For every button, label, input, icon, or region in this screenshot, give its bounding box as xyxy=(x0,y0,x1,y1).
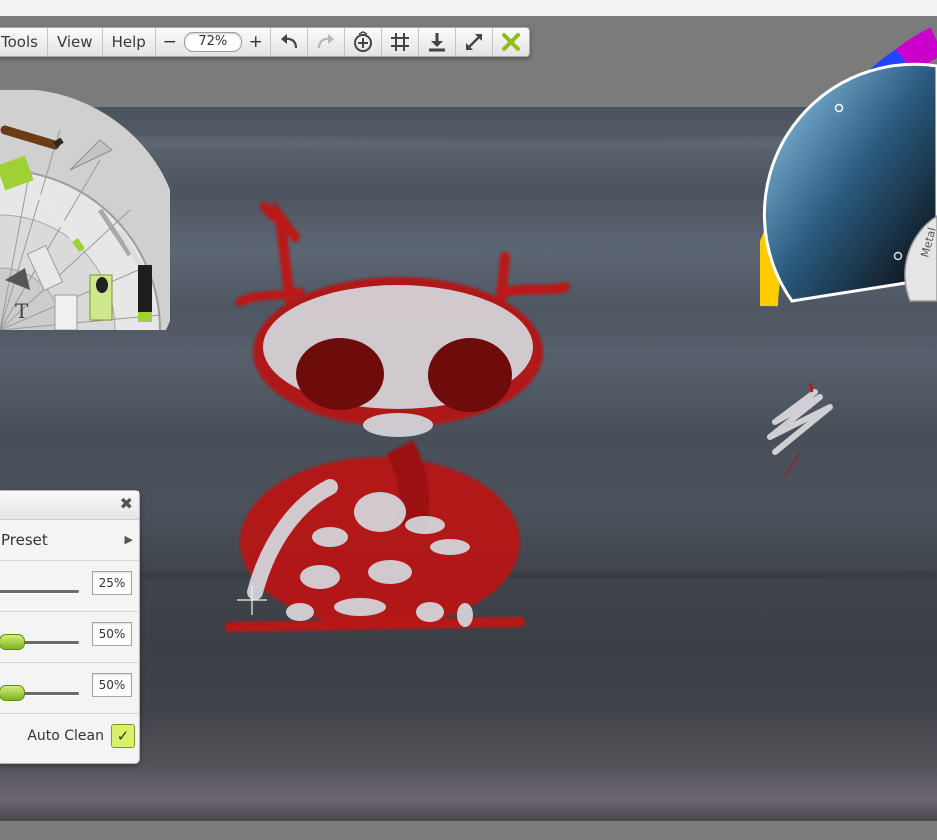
undo-icon xyxy=(280,34,297,49)
menu-help[interactable]: Help xyxy=(103,28,156,56)
fullscreen-button[interactable] xyxy=(456,28,493,56)
svg-text:T: T xyxy=(15,299,29,323)
redo-icon xyxy=(317,34,334,49)
add-layer-button[interactable] xyxy=(345,28,382,56)
window-top-strip xyxy=(0,0,937,16)
auto-clean-label: Auto Clean xyxy=(27,728,104,744)
slider-row-1: 25% xyxy=(0,561,139,612)
window-bottom-strip xyxy=(0,821,937,840)
tool-selector-fan[interactable]: T xyxy=(0,89,183,330)
top-toolbar: Tools View Help − 72% + xyxy=(0,27,530,57)
preset-label: Preset xyxy=(1,531,48,549)
download-button[interactable] xyxy=(419,28,456,56)
grid-button[interactable] xyxy=(382,28,419,56)
slider-value-3[interactable]: 50% xyxy=(92,673,132,697)
slider-thumb-3[interactable] xyxy=(0,685,25,701)
undo-button[interactable] xyxy=(271,28,308,56)
slider-value-2[interactable]: 50% xyxy=(92,622,132,646)
tool-settings-panel: ✖ Preset ▶ 25% 50% 50% Auto Clean ✓ xyxy=(0,490,140,764)
close-icon xyxy=(501,33,520,51)
color-picker-wheel[interactable]: Metal xyxy=(748,16,937,308)
redo-button[interactable] xyxy=(308,28,345,56)
zoom-in-button[interactable]: + xyxy=(248,28,264,56)
slider-row-2: 50% xyxy=(0,612,139,663)
preset-arrow-icon: ▶ xyxy=(124,533,133,546)
slider-thumb-2[interactable] xyxy=(0,634,25,650)
panel-close-button[interactable]: ✖ xyxy=(120,496,133,512)
auto-clean-checkbox[interactable]: ✓ xyxy=(111,724,135,748)
auto-clean-row: Auto Clean ✓ xyxy=(0,714,139,758)
scribble-right xyxy=(767,382,833,478)
preset-selector[interactable]: Preset ▶ xyxy=(0,520,139,561)
panel-header: ✖ xyxy=(0,491,139,520)
menu-tools[interactable]: Tools xyxy=(0,28,48,56)
download-icon xyxy=(428,33,445,52)
zoom-control: − 72% + xyxy=(156,28,271,56)
slider-track-1[interactable] xyxy=(0,590,79,593)
close-canvas-button[interactable] xyxy=(493,28,529,56)
zoom-out-button[interactable]: − xyxy=(162,28,178,56)
add-layer-icon xyxy=(353,31,372,52)
fullscreen-icon xyxy=(465,34,482,50)
menu-view[interactable]: View xyxy=(48,28,103,56)
slider-row-3: 50% xyxy=(0,663,139,714)
grid-icon xyxy=(390,33,409,51)
slider-value-1[interactable]: 25% xyxy=(92,571,132,595)
zoom-level-field[interactable]: 72% xyxy=(183,32,242,52)
